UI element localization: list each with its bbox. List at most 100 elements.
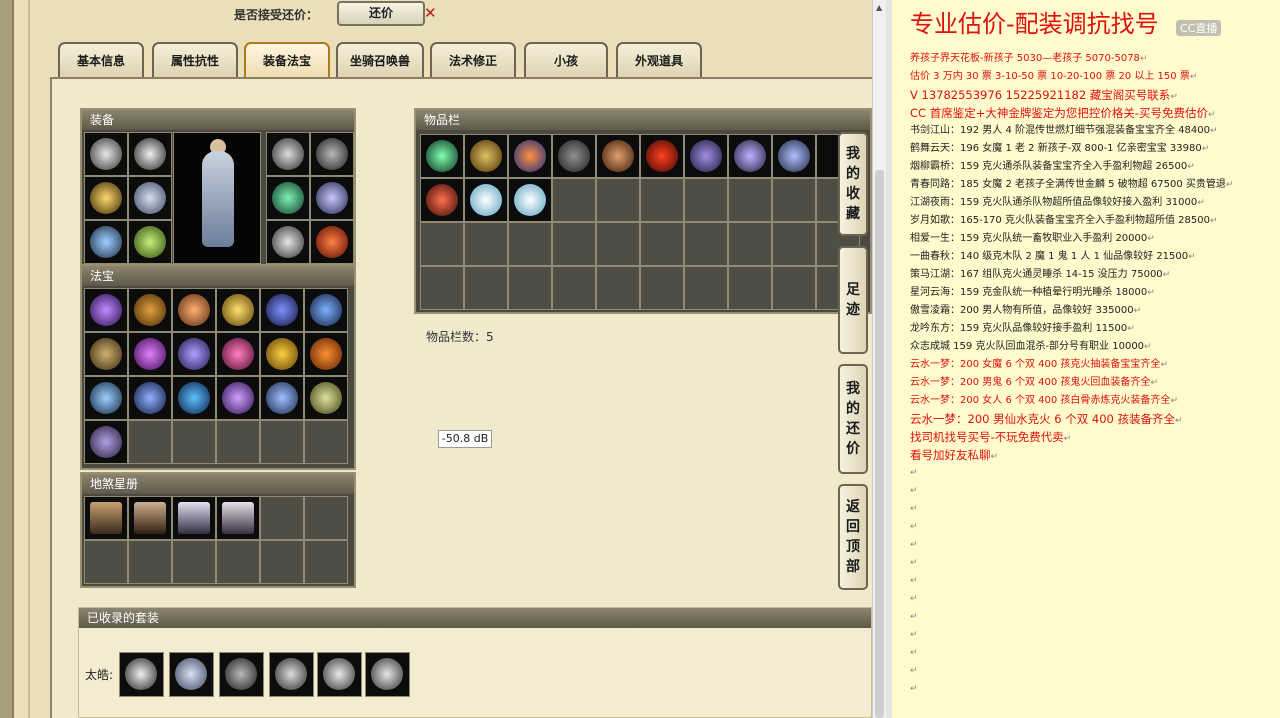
fabao-slot[interactable] (260, 288, 304, 332)
tab-appearance[interactable]: 外观道具 (616, 42, 702, 78)
equip-slot[interactable] (84, 220, 128, 264)
inventory-slot[interactable] (552, 134, 596, 178)
equip-slot[interactable] (266, 220, 310, 264)
back-to-top-button[interactable]: 返回顶部 (838, 484, 868, 590)
doc-line-text: 养孩子界天花板-新孩子 5030—老孩子 5070-5078 (910, 53, 1140, 64)
paragraph-mark: ↵ (1162, 270, 1171, 280)
fabao-slot[interactable] (260, 332, 304, 376)
inventory-slot[interactable] (596, 134, 640, 178)
my-favorites-button[interactable]: 我的收藏 (838, 132, 868, 236)
empty-paragraph: ↵ (910, 662, 1276, 680)
fabao-slot[interactable] (260, 376, 304, 420)
suit-item[interactable] (317, 652, 362, 697)
star-card-slot[interactable] (216, 496, 260, 540)
suit-item[interactable] (365, 652, 410, 697)
tab-spells[interactable]: 法术修正 (430, 42, 516, 78)
fabao-slot[interactable] (128, 376, 172, 420)
inventory-slot[interactable] (420, 134, 464, 178)
tab-basic-info[interactable]: 基本信息 (58, 42, 144, 78)
fabao-slot[interactable] (304, 288, 348, 332)
inventory-panel: 物品栏 (414, 108, 872, 314)
paragraph-mark: ↵ (910, 540, 918, 550)
inventory-slot[interactable] (464, 178, 508, 222)
equip-slot[interactable] (266, 132, 310, 176)
fabao-slot[interactable] (216, 376, 260, 420)
fabao-slot[interactable] (172, 376, 216, 420)
inventory-slot[interactable] (420, 178, 464, 222)
fabao-slot[interactable] (304, 376, 348, 420)
doc-line-text: 众志成城 159 克火队回血混杀-部分号有职业 10000 (910, 341, 1145, 352)
doc-line-text: 策马江湖：167 组队克火通灵睡杀 14-15 没压力 75000 (910, 269, 1163, 280)
empty-slot (684, 266, 728, 310)
fabao-slot[interactable] (304, 332, 348, 376)
paragraph-mark: ↵ (990, 452, 999, 462)
paragraph-mark: ↵ (1144, 342, 1152, 352)
inventory-count: 物品栏数：5 (426, 330, 494, 344)
equip-slot[interactable] (128, 220, 172, 264)
empty-paragraph: ↵ (910, 536, 1276, 554)
paragraph-mark: ↵ (910, 648, 918, 658)
inventory-slot[interactable] (728, 134, 772, 178)
doc-line-text: 云水一梦：200 女魔 6 个双 400 孩克火抽装备宝宝齐全 (910, 359, 1161, 370)
suit-item[interactable] (219, 652, 264, 697)
suit-item[interactable] (119, 652, 164, 697)
fabao-slot[interactable] (84, 332, 128, 376)
paragraph-mark: ↵ (910, 612, 918, 622)
scrollbar[interactable]: ▲ (872, 0, 886, 718)
paragraph-mark: ↵ (910, 594, 918, 604)
fabao-slot[interactable] (128, 332, 172, 376)
doc-line-text: 云水一梦：200 女人 6 个双 400 孩白骨赤炼克火装备齐全 (910, 395, 1171, 406)
footprint-button[interactable]: 足迹 (838, 246, 868, 354)
counter-offer-button[interactable]: 还价 (337, 1, 425, 26)
inventory-slot[interactable] (640, 134, 684, 178)
fabao-slot[interactable] (84, 376, 128, 420)
equip-slot[interactable] (310, 220, 354, 264)
paragraph-mark: ↵ (1063, 434, 1072, 444)
my-counter-offers-button[interactable]: 我的还价 (838, 364, 868, 474)
fabao-slot[interactable] (172, 332, 216, 376)
inventory-slot[interactable] (508, 134, 552, 178)
tab-attributes[interactable]: 属性抗性 (152, 42, 238, 78)
inventory-slot[interactable] (464, 134, 508, 178)
tab-children[interactable]: 小孩 (524, 42, 608, 78)
empty-slot (172, 540, 216, 584)
equip-slot[interactable] (266, 176, 310, 220)
scroll-up-icon[interactable]: ▲ (876, 3, 882, 12)
equip-slot[interactable] (128, 132, 172, 176)
inventory-slot[interactable] (684, 134, 728, 178)
empty-slot (420, 222, 464, 266)
empty-slot (596, 222, 640, 266)
suit-item[interactable] (269, 652, 314, 697)
tab-equipment[interactable]: 装备法宝 (244, 42, 330, 78)
doc-line-text: 云水一梦：200 男仙水克火 6 个双 400 孩装备齐全 (910, 412, 1175, 426)
inventory-slot[interactable] (508, 178, 552, 222)
accept-counter-label: 是否接受还价： (234, 8, 319, 22)
fabao-slot[interactable] (216, 288, 260, 332)
suit-item[interactable] (169, 652, 214, 697)
empty-slot (216, 420, 260, 464)
doc-line: 相爱一生：159 克火队统一畜牧职业入手盈利 20000↵ (910, 230, 1276, 248)
doc-line: 书剑江山：192 男人 4 阶混传世燃灯细节强混装备宝宝齐全 48400↵ (910, 122, 1276, 140)
doc-line-text: CC 首席鉴定+大神金牌鉴定为您把控价格关-买号免费估价 (910, 106, 1208, 120)
star-card-slot[interactable] (128, 496, 172, 540)
equip-slot[interactable] (84, 176, 128, 220)
doc-line: 云水一梦：200 男鬼 6 个双 400 孩鬼火回血装备齐全↵ (910, 374, 1276, 392)
equip-slot[interactable] (128, 176, 172, 220)
fabao-slot[interactable] (84, 420, 128, 464)
empty-slot (772, 266, 816, 310)
inventory-slot[interactable] (772, 134, 816, 178)
my-favorites-label: 我的收藏 (846, 146, 860, 222)
equip-slot[interactable] (310, 132, 354, 176)
star-card-slot[interactable] (172, 496, 216, 540)
equip-slot[interactable] (84, 132, 128, 176)
tab-mounts[interactable]: 坐骑召唤兽 (336, 42, 424, 78)
scrollbar-thumb[interactable] (875, 170, 884, 718)
fabao-slot[interactable] (172, 288, 216, 332)
empty-paragraph: ↵ (910, 500, 1276, 518)
fabao-slot[interactable] (128, 288, 172, 332)
fabao-slot[interactable] (84, 288, 128, 332)
star-card-slot[interactable] (84, 496, 128, 540)
equip-slot[interactable] (310, 176, 354, 220)
paragraph-mark: ↵ (910, 684, 918, 694)
fabao-slot[interactable] (216, 332, 260, 376)
